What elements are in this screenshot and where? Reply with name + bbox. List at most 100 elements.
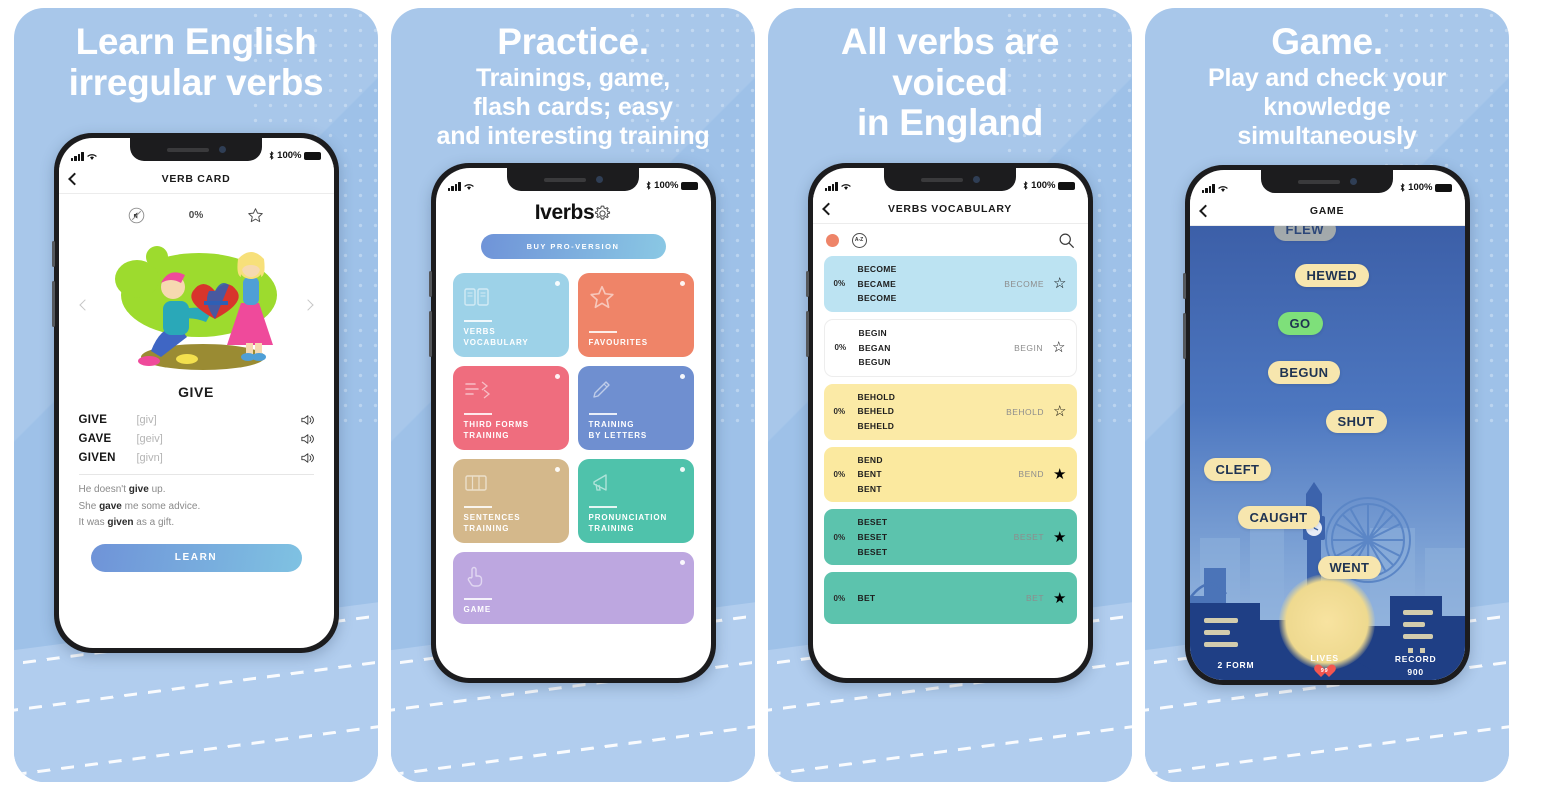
tile-label: TRAINING BY LETTERS: [588, 419, 648, 440]
record-value: 900: [1407, 666, 1424, 677]
speaker-grill: [1297, 179, 1340, 184]
row-form-3: BENT: [857, 483, 882, 494]
learn-button[interactable]: LEARN: [90, 543, 302, 572]
star-filled-icon[interactable]: ★: [1053, 467, 1066, 482]
phone-notch: [507, 168, 639, 192]
signal-icon: [1201, 184, 1215, 194]
game-play-area[interactable]: FLEW HEWED GO BEGUN SHUT CLEFT CAUGHT WE…: [1189, 226, 1465, 681]
star-outline-icon[interactable]: [247, 207, 264, 224]
phone-notch: [130, 138, 262, 162]
headline-line-1: Game.: [1271, 21, 1383, 62]
tile-label: PRONUNCIATION TRAINING: [588, 512, 668, 533]
color-filter-dot[interactable]: [825, 233, 839, 247]
panel-headline-2: Practice. Trainings, game, flash cards; …: [391, 8, 755, 151]
tile-rule: [588, 505, 617, 508]
vocabulary-row[interactable]: 0% BESET BESET BESET BESET ★: [823, 509, 1077, 566]
nav-bar: VERBS VOCABULARY: [812, 194, 1088, 225]
menu-tile-third-forms-training[interactable]: THIRD FORMS TRAINING: [452, 366, 569, 451]
nav-title: GAME: [1309, 204, 1345, 217]
screenshot-panel-4: Game. Play and check your knowledge simu…: [1145, 8, 1509, 782]
star-filled-icon[interactable]: ★: [1053, 530, 1066, 545]
vocabulary-row[interactable]: 0% BEND BENT BENT BEND ★: [823, 446, 1077, 503]
nav-bar: GAME: [1189, 196, 1465, 227]
verb-form-row: GIVEN [givn]: [79, 448, 314, 467]
vocabulary-row[interactable]: 0% BEHOLD BEHELD BEHELD BEHOLD ☆: [823, 383, 1077, 440]
game-word-bubble-correct[interactable]: GO: [1277, 312, 1323, 336]
tile-badge-dot: [679, 560, 685, 566]
star-outline-icon[interactable]: ☆: [1053, 404, 1066, 419]
phone-mockup-4: 9:41 AM 100% GAME: [1145, 165, 1509, 686]
phone-mockup-2: 9:41 AM 100% Iverbs: [391, 163, 755, 684]
row-forms: BECOME BECAME BECOME: [858, 262, 1005, 306]
star-outline-icon[interactable]: ☆: [1053, 276, 1066, 291]
menu-tiles-grid: VERBS VOCABULARY FAVOURITES THIRD FORMS …: [436, 259, 711, 625]
game-word-bubble[interactable]: CLEFT: [1203, 458, 1272, 482]
tile-rule: [588, 412, 617, 415]
row-base-form: BEHOLD: [1006, 406, 1045, 417]
row-form-1: BEND: [857, 454, 883, 465]
tap-icon: [467, 567, 482, 588]
game-word-bubble[interactable]: SHUT: [1325, 410, 1387, 434]
row-progress: 0%: [833, 469, 846, 479]
phone-screen: 9:41 AM 100% VERB CARD: [58, 138, 334, 649]
game-word-bubble[interactable]: CAUGHT: [1237, 506, 1320, 530]
screenshot-panel-1: Learn English irregular verbs 9:41 AM: [14, 8, 378, 782]
row-form-3: BEGUN: [858, 357, 891, 368]
back-icon[interactable]: [821, 202, 835, 215]
speaker-icon[interactable]: [300, 452, 314, 464]
phone-frame: 9:41 AM 100% Iverbs: [428, 163, 716, 684]
row-forms: BESET BESET BESET: [858, 515, 1014, 559]
menu-tile-training-by-letters[interactable]: TRAINING BY LETTERS: [577, 366, 694, 451]
menu-tile-pronunciation-training[interactable]: PRONUNCIATION TRAINING: [577, 459, 694, 544]
row-form-2: BECAME: [857, 278, 897, 289]
battery-percent: 100%: [1408, 182, 1433, 194]
sort-az-button[interactable]: A-Z: [851, 232, 867, 248]
menu-tile-game[interactable]: GAME: [452, 552, 694, 625]
tile-rule: [463, 412, 492, 415]
phone-screen: 9:41 AM 100% Iverbs: [435, 168, 711, 679]
game-word-bubble[interactable]: FLEW: [1273, 226, 1336, 242]
tile-label: VERBS VOCABULARY: [463, 326, 529, 347]
menu-tile-verbs-vocabulary[interactable]: VERBS VOCABULARY: [452, 273, 569, 358]
battery-percent: 100%: [654, 180, 679, 192]
row-progress: 0%: [833, 593, 846, 603]
volume-off-icon[interactable]: [128, 207, 145, 224]
vocabulary-row[interactable]: 0% BECOME BECAME BECOME BECOME ☆: [823, 256, 1077, 312]
search-icon[interactable]: [1058, 232, 1075, 249]
vocabulary-row[interactable]: 0% BEGIN BEGAN BEGUN BEGIN ☆: [823, 318, 1077, 377]
row-progress: 0%: [833, 279, 846, 289]
star-filled-icon[interactable]: ★: [1053, 591, 1066, 606]
battery-icon: [1435, 183, 1453, 192]
app-brand-title: Iverbs: [534, 201, 595, 225]
verb-title: GIVE: [178, 384, 214, 401]
card-action-row: 0%: [59, 194, 334, 230]
row-form-2: BEGAN: [858, 342, 891, 353]
next-card-arrow-icon[interactable]: [301, 299, 314, 312]
menu-tile-sentences-training[interactable]: SENTENCES TRAINING: [452, 459, 569, 544]
tile-label: SENTENCES TRAINING: [463, 512, 521, 533]
speaker-icon[interactable]: [300, 433, 314, 445]
row-forms: BEND BENT BENT: [858, 453, 1019, 497]
gear-icon[interactable]: [594, 205, 611, 222]
game-word-bubble[interactable]: BEGUN: [1267, 361, 1341, 385]
ribbon-dash: [14, 721, 378, 782]
star-outline-icon[interactable]: ☆: [1052, 340, 1065, 355]
headline-sub: Play and check your knowledge simultaneo…: [1208, 63, 1446, 151]
phone-mockup-1: 9:41 AM 100% VERB CARD: [14, 133, 378, 654]
buy-pro-button[interactable]: BUY PRO-VERSION: [480, 234, 666, 260]
prev-card-arrow-icon[interactable]: [78, 299, 91, 312]
headline-line-1: Learn English: [75, 21, 317, 62]
verb-forms-list: GIVE [giv] GAVE [geiv] GIVEN [givn]: [59, 400, 334, 467]
game-word-bubble[interactable]: HEWED: [1294, 264, 1369, 288]
speaker-icon[interactable]: [300, 414, 314, 426]
back-icon[interactable]: [1198, 204, 1212, 218]
battery-percent: 100%: [1031, 180, 1056, 192]
menu-tile-favourites[interactable]: FAVOURITES: [577, 273, 694, 358]
pencil-icon: [592, 381, 610, 399]
game-word-bubble[interactable]: WENT: [1317, 556, 1382, 580]
tile-badge-dot: [679, 281, 685, 287]
verb-form-transcription: [giv]: [136, 413, 157, 426]
bluetooth-icon: [1400, 183, 1405, 193]
back-icon[interactable]: [67, 172, 81, 186]
vocabulary-row[interactable]: 0% BET BET ★: [823, 572, 1077, 625]
